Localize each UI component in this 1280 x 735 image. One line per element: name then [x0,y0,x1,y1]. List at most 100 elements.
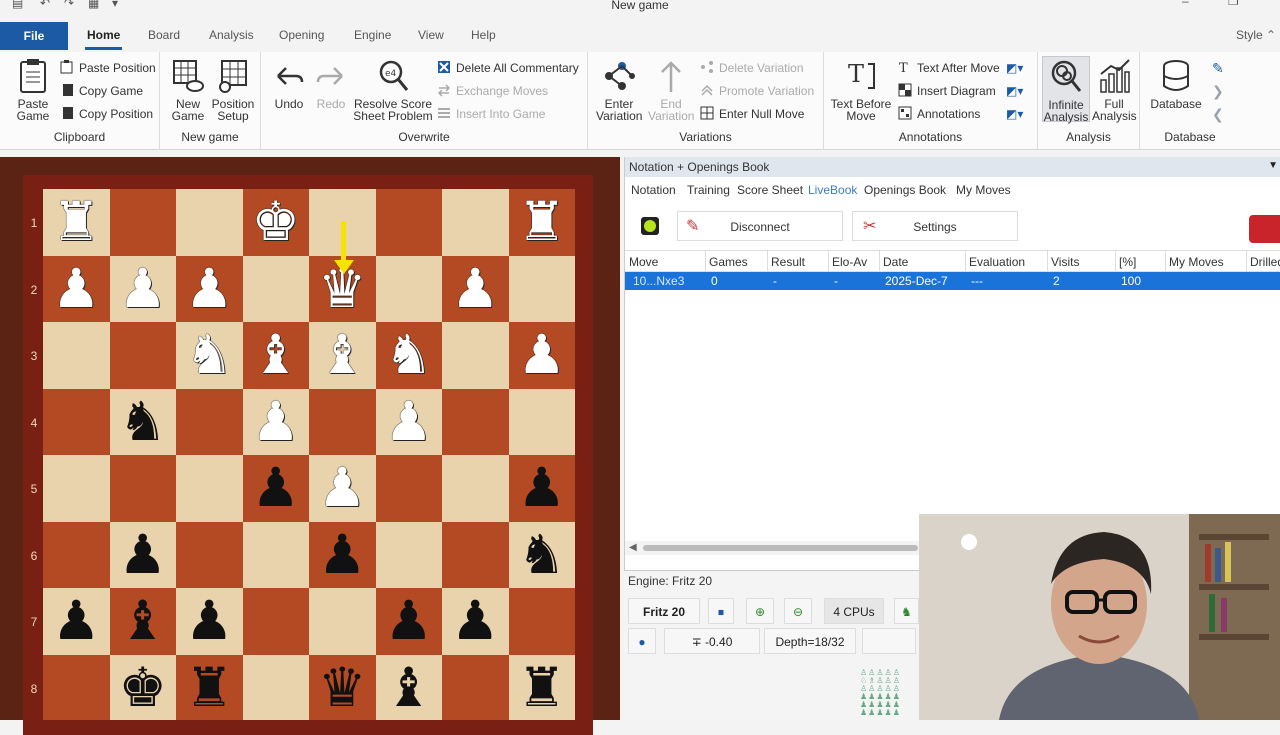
subtab-livebook[interactable]: LiveBook [808,183,857,197]
square-h7[interactable] [508,588,575,655]
piece-black-h6[interactable]: ♞ [509,522,576,589]
column-header[interactable]: Visits [1051,255,1079,269]
column-header[interactable]: Games [709,255,748,269]
subtab-notation[interactable]: Notation [631,183,676,197]
end-variation-button[interactable]: End Variation [648,58,694,122]
square-c6[interactable] [176,521,243,588]
square-c4[interactable] [176,388,243,455]
column-separator[interactable] [767,251,768,273]
column-header[interactable]: Result [771,255,805,269]
engine-figure-icon[interactable]: ♞ [894,598,919,624]
square-g5[interactable] [442,455,509,522]
square-g8[interactable] [442,654,509,720]
promote-variation-button[interactable]: Promote Variation [700,81,814,101]
square-a6[interactable] [43,521,110,588]
piece-black-b6[interactable]: ♟ [110,522,177,589]
column-header[interactable]: Date [883,255,908,269]
column-separator[interactable] [1165,251,1166,273]
insert-into-game-button[interactable]: Insert Into Game [437,104,545,124]
piece-black-f8[interactable]: ♝ [376,655,443,721]
piece-black-f7[interactable]: ♟ [376,588,443,655]
square-e4[interactable] [309,388,376,455]
subtab-my-moves[interactable]: My Moves [956,183,1011,197]
piece-white-g2[interactable]: ♟ [442,256,509,323]
infinite-analysis-button[interactable]: Infinite Analysis [1042,56,1090,123]
square-f6[interactable] [375,521,442,588]
settings-button[interactable]: ✂ Settings [852,211,1018,241]
square-a3[interactable] [43,322,110,389]
disconnect-button[interactable]: ✎ Disconnect [677,211,843,241]
tab-home[interactable]: Home [84,26,123,50]
annotations-button[interactable]: Annotations [898,104,980,124]
square-h2[interactable] [508,255,575,322]
square-d8[interactable] [242,654,309,720]
piece-white-e5[interactable]: ♟ [309,455,376,522]
piece-black-e8[interactable]: ♛ [309,655,376,721]
zoom-in-icon[interactable]: ⊕ [746,598,774,624]
full-analysis-button[interactable]: Full Analysis [1092,58,1137,122]
new-game-button[interactable]: New Game [168,58,208,122]
symbol-dropdown-2[interactable]: ◩▾ [1006,81,1023,101]
subtab-training[interactable]: Training [687,183,730,197]
scroll-left-icon[interactable]: ◀ [629,542,637,553]
position-setup-button[interactable]: Position Setup [210,58,256,122]
piece-black-c8[interactable]: ♜ [176,655,243,721]
delete-all-commentary-button[interactable]: Delete All Commentary [437,58,579,78]
piece-white-b2[interactable]: ♟ [110,256,177,323]
square-g1[interactable] [442,189,509,256]
text-after-move-button[interactable]: T Text After Move [898,58,1000,78]
piece-white-d3[interactable]: ♝ [243,322,310,389]
exchange-moves-button[interactable]: Exchange Moves [437,81,548,101]
piece-black-e6[interactable]: ♟ [309,522,376,589]
piece-white-a2[interactable]: ♟ [43,256,110,323]
square-a5[interactable] [43,455,110,522]
book-icon[interactable] [1249,215,1280,243]
column-header[interactable]: Drilled [1250,255,1280,269]
tab-help[interactable]: Help [471,26,496,44]
tab-view[interactable]: View [418,26,444,44]
piece-black-g7[interactable]: ♟ [442,588,509,655]
zoom-out-icon[interactable]: ⊖ [784,598,812,624]
piece-black-b7[interactable]: ♝ [110,588,177,655]
column-header[interactable]: Evaluation [969,255,1025,269]
copy-game-button[interactable]: Copy Game [60,81,143,101]
column-separator[interactable] [705,251,706,273]
piece-white-c2[interactable]: ♟ [176,256,243,323]
piece-white-f3[interactable]: ♞ [376,322,443,389]
database-button[interactable]: Database [1150,58,1202,110]
square-g4[interactable] [442,388,509,455]
engine-name-button[interactable]: Fritz 20 [628,598,700,624]
paste-game-button[interactable]: Paste Game [10,58,56,122]
square-f1[interactable] [375,189,442,256]
back-circle-icon[interactable]: ❮ [1212,104,1224,124]
piece-white-d1[interactable]: ♚ [243,189,310,256]
piece-black-c7[interactable]: ♟ [176,588,243,655]
table-row[interactable]: 10...Nxe3 0 - - 2025-Dec-7 --- 2 100 [625,272,1280,290]
square-a4[interactable] [43,388,110,455]
square-f5[interactable] [375,455,442,522]
insert-diagram-button[interactable]: Insert Diagram [898,81,996,101]
minimize-icon[interactable]: – [1182,0,1189,8]
column-separator[interactable] [1246,251,1247,273]
chess-board[interactable]: ♜ ♚ ♜ ♟ ♟ ♟ ♛ ♟ ♞ ♝ ♝ ♞ ♟ ♞ ♟ ♟ ♟ ♟ ♟ ♟ ♟ ♞ ♟ ♝ ♟ ♟ ♟ ♚ ♜ ♛ ♝ ♜ [43,189,575,720]
panel-dropdown-icon[interactable]: ▼ [1268,160,1278,171]
square-g6[interactable] [442,521,509,588]
square-c1[interactable] [176,189,243,256]
tab-analysis[interactable]: Analysis [209,26,254,44]
paste-position-button[interactable]: Paste Position [60,58,156,78]
enter-null-move-button[interactable]: Enter Null Move [700,104,804,124]
square-b1[interactable] [109,189,176,256]
square-b5[interactable] [109,455,176,522]
piece-white-c3[interactable]: ♞ [176,322,243,389]
text-before-move-button[interactable]: T Text Before Move [830,58,892,122]
style-menu[interactable]: Style [1236,26,1263,44]
column-separator[interactable] [1047,251,1048,273]
redo-button[interactable]: Redo [313,58,349,110]
square-a8[interactable] [43,654,110,720]
enter-variation-button[interactable]: Enter Variation [596,58,642,122]
square-h4[interactable] [508,388,575,455]
column-separator[interactable] [828,251,829,273]
symbol-dropdown-3[interactable]: ◩▾ [1006,104,1023,124]
piece-black-h8[interactable]: ♜ [509,655,576,721]
tab-engine[interactable]: Engine [354,26,391,44]
